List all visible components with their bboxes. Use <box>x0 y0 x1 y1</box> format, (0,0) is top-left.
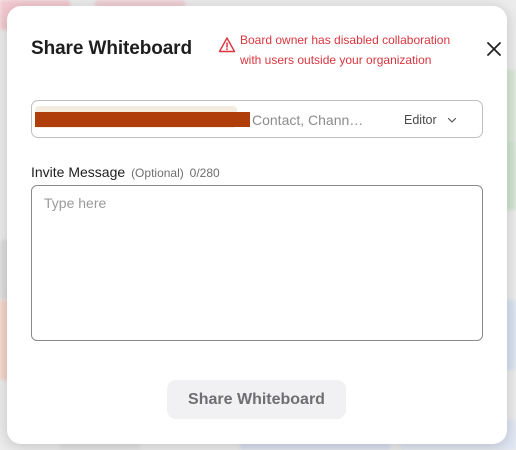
share-whiteboard-dialog: Share Whiteboard Board owner has disable… <box>7 6 507 444</box>
warning-line: Board owner has disabled collaboration <box>240 33 451 47</box>
optional-hint: (Optional) <box>131 166 184 180</box>
share-whiteboard-button[interactable]: Share Whiteboard <box>167 380 346 419</box>
external-sharing-warning: Board owner has disabled collaboration w… <box>218 30 480 70</box>
invite-message-title: Invite Message <box>31 164 126 180</box>
recipient-field[interactable]: Editor <box>31 100 483 138</box>
role-label: Editor <box>404 113 437 127</box>
warning-triangle-icon <box>218 37 236 53</box>
role-dropdown[interactable]: Editor <box>404 109 457 131</box>
warning-line: with users outside your organization <box>240 53 432 67</box>
warning-text: Board owner has disabled collaboration w… <box>240 30 450 70</box>
close-icon[interactable] <box>485 40 503 58</box>
invite-message-textarea[interactable] <box>31 185 483 341</box>
redacted-recipient <box>35 112 250 127</box>
dialog-title: Share Whiteboard <box>31 38 192 59</box>
recipient-search-input[interactable] <box>252 110 392 130</box>
chevron-down-icon <box>447 117 456 123</box>
invite-message-label: Invite Message (Optional) 0/280 <box>31 164 220 180</box>
character-count: 0/280 <box>189 166 220 180</box>
